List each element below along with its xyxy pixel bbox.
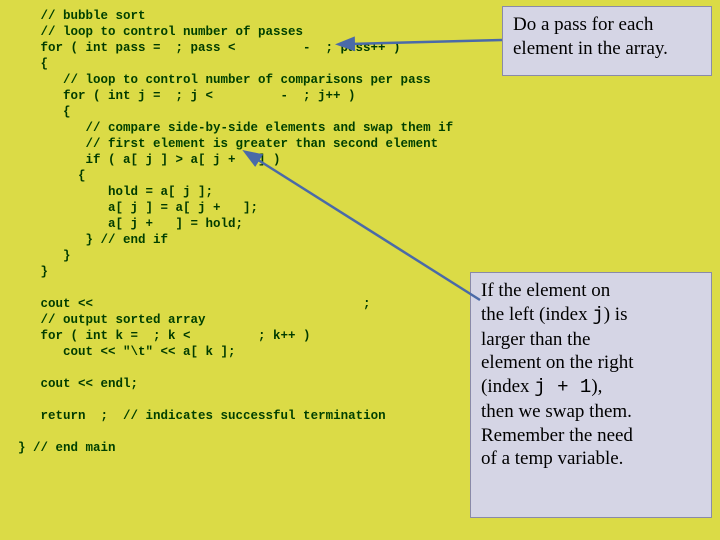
annot2-text: larger than the bbox=[481, 329, 590, 350]
code-line: } bbox=[18, 265, 48, 279]
annot1-line2: element in the array. bbox=[513, 38, 668, 59]
annot2-text: Remember the need bbox=[481, 425, 633, 446]
code-line: // output sorted array bbox=[18, 313, 206, 327]
annot2-code: j + 1 bbox=[534, 376, 591, 398]
code-line: cout << "\t" << a[ k ]; bbox=[18, 345, 236, 359]
annot2-code: j bbox=[592, 304, 603, 326]
code-comment: // indicates successful termination bbox=[116, 409, 386, 423]
annot2-text: If the element on bbox=[481, 280, 610, 301]
code-line: // loop to control number of comparisons… bbox=[18, 73, 431, 87]
code-line: cout << endl; bbox=[18, 377, 138, 391]
code-line: hold = a[ j ]; bbox=[18, 185, 213, 199]
code-line: a[ j + ] = hold; bbox=[18, 217, 243, 231]
annot2-text: (index bbox=[481, 376, 534, 397]
annot2-text: then we swap them. bbox=[481, 401, 632, 422]
annot2-text: of a temp variable. bbox=[481, 448, 623, 469]
code-line: return ; bbox=[18, 409, 116, 423]
annot1-line1: Do a pass for each bbox=[513, 14, 653, 35]
annot2-text: element on the right bbox=[481, 352, 633, 373]
annotation-swap: If the element on the left (index j) is … bbox=[470, 272, 712, 518]
annot2-text: the left (index bbox=[481, 304, 592, 325]
code-line: { bbox=[18, 57, 48, 71]
annot2-text: ), bbox=[591, 376, 602, 397]
annot2-text: ) is bbox=[604, 304, 628, 325]
code-line: if ( a[ j ] > a[ j + ] ) bbox=[18, 153, 281, 167]
code-line: for ( int k = ; k < ; k++ ) bbox=[18, 329, 311, 343]
code-line: cout << ; bbox=[18, 297, 371, 311]
code-line: a[ j ] = a[ j + ]; bbox=[18, 201, 258, 215]
code-line: { bbox=[18, 169, 86, 183]
code-line: for ( int pass = ; pass < - ; pass++ ) bbox=[18, 41, 401, 55]
code-line: } // end if bbox=[18, 233, 168, 247]
code-line: // bubble sort bbox=[18, 9, 146, 23]
annotation-pass: Do a pass for each element in the array. bbox=[502, 6, 712, 76]
code-line: for ( int j = ; j < - ; j++ ) bbox=[18, 89, 356, 103]
code-line: } // end main bbox=[18, 441, 116, 455]
code-line: // loop to control number of passes bbox=[18, 25, 303, 39]
code-line: // compare side-by-side elements and swa… bbox=[18, 121, 453, 135]
code-line: { bbox=[18, 105, 71, 119]
code-line: } bbox=[18, 249, 71, 263]
code-line: // first element is greater than second … bbox=[18, 137, 438, 151]
